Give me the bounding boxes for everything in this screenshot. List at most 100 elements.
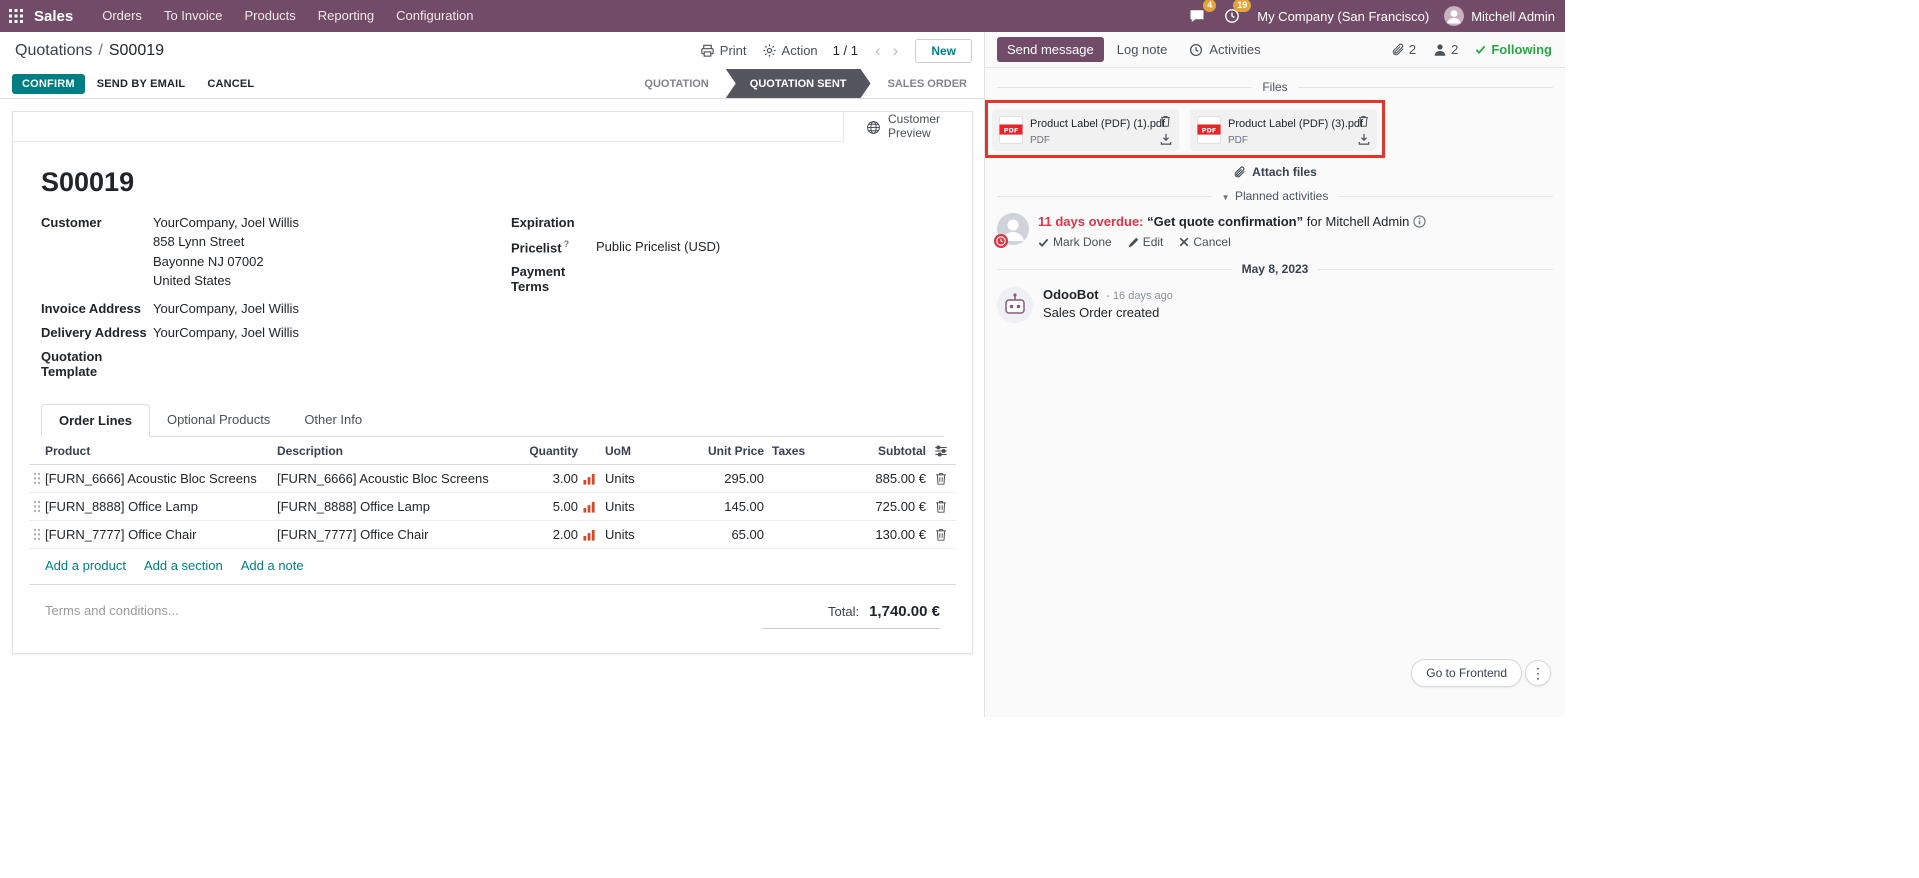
add-product-link[interactable]: Add a product [45,558,126,573]
log-note-button[interactable]: Log note [1108,37,1177,62]
paperclip-icon [1391,43,1405,57]
col-uom[interactable]: UoM [600,444,680,458]
form-pane: Quotations/S00019 Print Action 1 / 1 ‹ › [0,32,985,717]
drag-handle-icon[interactable] [29,528,45,541]
nav-products[interactable]: Products [233,0,306,32]
order-line-unit-price: 295.00 [680,471,764,486]
order-line-description: [FURN_7777] Office Chair [277,527,512,542]
edit-activity-button[interactable]: Edit [1128,235,1164,249]
attach-files-button[interactable]: Attach files [985,165,1565,179]
order-line-subtotal: 725.00 € [820,499,926,514]
message-body: Sales Order created [1043,305,1173,320]
print-button[interactable]: Print [700,43,747,58]
status-quotation[interactable]: QUOTATION [627,69,725,98]
mark-done-button[interactable]: Mark Done [1038,235,1112,249]
tab-optional-products[interactable]: Optional Products [150,404,287,436]
tab-order-lines[interactable]: Order Lines [41,404,150,437]
forecast-chart-icon[interactable] [578,473,600,485]
add-section-link[interactable]: Add a section [144,558,223,573]
col-subtotal[interactable]: Subtotal [820,444,926,458]
download-icon[interactable] [1358,133,1370,145]
user-avatar [1444,6,1464,26]
col-description[interactable]: Description [277,444,512,458]
tab-other-info[interactable]: Other Info [287,404,379,436]
pager: 1 / 1 [833,43,858,58]
new-button[interactable]: New [915,39,972,63]
attachments-row: PDF Product Label (PDF) (1).pdf PDF PDF [985,97,1565,164]
invoice-address-field[interactable]: YourCompany, Joel Willis [153,301,299,316]
quotation-sheet: Customer Preview S00019 Customer YourCom… [12,111,973,654]
order-line-unit-price: 65.00 [680,527,764,542]
download-icon[interactable] [1160,133,1172,145]
order-line-row[interactable]: [FURN_8888] Office Lamp [FURN_8888] Offi… [29,493,956,521]
order-line-row[interactable]: [FURN_7777] Office Chair [FURN_7777] Off… [29,521,956,549]
user-menu[interactable]: Mitchell Admin [1444,6,1555,26]
following-button[interactable]: Following [1475,42,1552,57]
add-note-link[interactable]: Add a note [241,558,304,573]
pager-prev-icon[interactable]: ‹ [873,42,883,59]
info-icon[interactable] [1413,215,1426,228]
messages-icon[interactable]: 4 [1187,6,1207,26]
terms-placeholder[interactable]: Terms and conditions... [45,603,179,618]
delete-attachment-icon[interactable] [1358,115,1370,127]
col-quantity[interactable]: Quantity [512,444,578,458]
breadcrumb-quotations[interactable]: Quotations [15,42,92,59]
activity-item: 11 days overdue: “Get quote confirmation… [985,206,1565,259]
delete-line-icon[interactable] [926,472,956,485]
company-switcher[interactable]: My Company (San Francisco) [1257,9,1429,24]
app-name[interactable]: Sales [34,8,73,25]
order-line-row[interactable]: [FURN_6666] Acoustic Bloc Screens [FURN_… [29,465,956,493]
cancel-button[interactable]: CANCEL [197,74,264,94]
planned-activities-header[interactable]: ▼ Planned activities [997,189,1553,203]
nav-orders[interactable]: Orders [91,0,153,32]
col-product[interactable]: Product [45,444,277,458]
frontend-switcher: Go to Frontend ⋮ [1411,659,1551,687]
check-icon [1475,44,1486,55]
order-line-quantity: 3.00 [512,471,578,486]
drag-handle-icon[interactable] [29,500,45,513]
forecast-chart-icon[interactable] [578,501,600,513]
breadcrumb: Quotations/S00019 [15,42,164,60]
odoobot-avatar[interactable] [997,287,1033,323]
attachment-card[interactable]: PDF Product Label (PDF) (3).pdf PDF [1190,109,1377,151]
paperclip-icon [1233,166,1246,179]
customer-field[interactable]: YourCompany, Joel Willis 858 Lynn Street… [153,215,299,292]
column-settings-icon[interactable] [926,444,956,458]
pricelist-field[interactable]: Public Pricelist (USD) [596,239,720,255]
followers-counter[interactable]: 2 [1433,42,1458,57]
top-navbar: Sales Orders To Invoice Products Reporti… [0,0,1565,32]
total-block: Total: 1,740.00 € [762,603,940,629]
nav-reporting[interactable]: Reporting [307,0,385,32]
customer-preview-button[interactable]: Customer Preview [844,112,972,142]
delete-attachment-icon[interactable] [1160,115,1172,127]
status-sales-order[interactable]: SALES ORDER [871,69,984,98]
quotation-title[interactable]: S00019 [41,167,944,198]
status-quotation-sent[interactable]: QUOTATION SENT [726,69,871,98]
form-statusbar-row: CONFIRM SEND BY EMAIL CANCEL QUOTATION Q… [0,69,984,99]
pager-next-icon[interactable]: › [891,42,901,59]
drag-handle-icon[interactable] [29,472,45,485]
delete-line-icon[interactable] [926,528,956,541]
action-button[interactable]: Action [762,43,818,58]
confirm-button[interactable]: CONFIRM [12,74,85,94]
col-taxes[interactable]: Taxes [764,444,820,458]
activities-button[interactable]: Activities [1180,37,1269,62]
attachment-card[interactable]: PDF Product Label (PDF) (1).pdf PDF [992,109,1179,151]
nav-configuration[interactable]: Configuration [385,0,484,32]
go-to-frontend-button[interactable]: Go to Frontend [1411,659,1522,687]
message-author[interactable]: OdooBot [1043,287,1099,302]
cancel-activity-button[interactable]: Cancel [1179,235,1230,249]
col-unit-price[interactable]: Unit Price [680,444,764,458]
nav-to-invoice[interactable]: To Invoice [153,0,234,32]
send-by-email-button[interactable]: SEND BY EMAIL [87,74,196,94]
delete-line-icon[interactable] [926,500,956,513]
activities-clock-icon[interactable]: 19 [1222,6,1242,26]
apps-grid-icon[interactable] [0,0,32,32]
attachment-type: PDF [1228,135,1351,146]
payment-terms-label: Payment Terms [511,264,596,294]
delivery-address-field[interactable]: YourCompany, Joel Willis [153,325,299,340]
send-message-button[interactable]: Send message [997,37,1104,62]
frontend-menu-button[interactable]: ⋮ [1525,660,1551,686]
attachments-counter[interactable]: 2 [1391,42,1416,57]
forecast-chart-icon[interactable] [578,529,600,541]
